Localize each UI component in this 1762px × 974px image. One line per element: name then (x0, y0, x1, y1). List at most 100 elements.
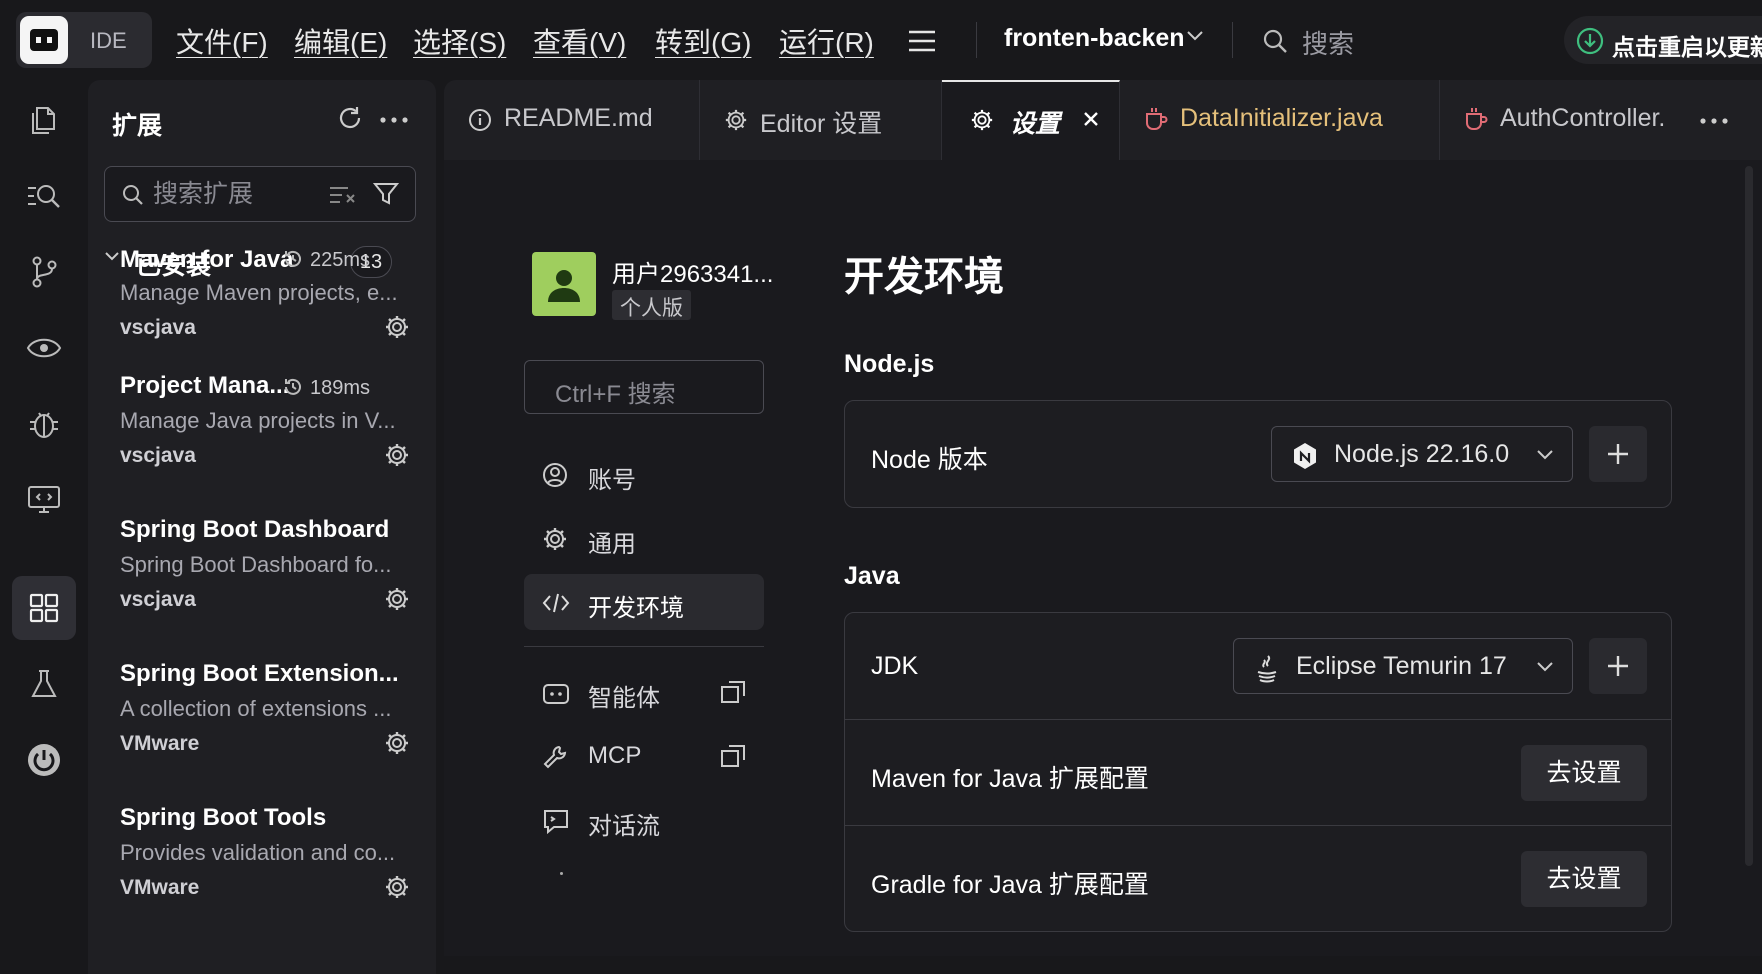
extension-item[interactable]: Maven for Java 225ms Manage Maven projec… (88, 244, 436, 354)
refresh-icon[interactable] (336, 104, 364, 132)
close-icon[interactable] (1082, 110, 1100, 128)
gear-icon[interactable] (384, 586, 410, 612)
extension-description: A collection of extensions ... (120, 696, 392, 721)
extension-search-input[interactable] (153, 177, 313, 211)
settings-nav-mcp[interactable]: MCP (524, 728, 764, 784)
settings-nav-conversation-flow[interactable]: 对话流 (524, 792, 764, 848)
agent-icon (543, 684, 569, 704)
editor-scrollbar[interactable] (1744, 160, 1762, 956)
tab-settings[interactable]: 设置 (942, 80, 1120, 160)
filter-icon[interactable] (373, 181, 399, 207)
scrollbar-thumb[interactable] (1745, 166, 1753, 866)
explorer-icon[interactable] (12, 88, 76, 152)
tab-label: 设置 (1010, 110, 1061, 138)
maven-go-settings-button[interactable]: 去设置 (1521, 745, 1647, 801)
chevron-down-icon (1537, 662, 1553, 672)
restart-label: 点击重启以更新 (1612, 34, 1762, 60)
tab-label: README.md (504, 104, 653, 132)
nodejs-card: Node 版本 Node.js 22.16.0 (844, 400, 1672, 508)
java-heading: Java (844, 562, 900, 590)
divider (524, 646, 764, 647)
menu-edit[interactable]: 编辑(E) (294, 21, 387, 61)
global-search-placeholder: 搜索 (1302, 29, 1355, 59)
project-name[interactable]: fronten-backen (1004, 24, 1185, 53)
tab-datainitializer[interactable]: DataInitializer.java (1120, 80, 1440, 160)
add-jdk-button[interactable] (1589, 638, 1647, 694)
settings-nav-agents[interactable]: 智能体 (524, 664, 764, 720)
plan-badge: 个人版 (612, 290, 691, 320)
settings-search-input[interactable]: Ctrl+F 搜索 (524, 360, 764, 414)
open-external-icon[interactable] (720, 744, 746, 768)
sidebar-title: 扩展 (112, 112, 163, 140)
ide-logo[interactable]: IDE (16, 12, 152, 68)
settings-nav-label: 开发环境 (588, 595, 684, 622)
remote-monitor-icon[interactable] (12, 468, 76, 532)
extension-item[interactable]: Spring Boot Dashboard Spring Boot Dashbo… (88, 516, 436, 646)
open-external-icon[interactable] (720, 680, 746, 704)
menu-goto[interactable]: 转到(G) (655, 21, 751, 61)
java-cup-icon (1466, 108, 1488, 130)
jdk-value: Eclipse Temurin 17 (1296, 652, 1507, 680)
hamburger-menu-icon[interactable] (908, 30, 936, 52)
gear-icon[interactable] (384, 442, 410, 468)
code-icon (542, 593, 570, 613)
search-files-icon[interactable] (12, 164, 76, 228)
activity-bar (0, 80, 88, 974)
tab-editor-settings[interactable]: Editor 设置 (700, 80, 942, 160)
node-version-select[interactable]: Node.js 22.16.0 (1271, 426, 1573, 482)
jdk-row: JDK Eclipse Temurin 17 (845, 613, 1671, 719)
maven-config-row: Maven for Java 扩展配置 去设置 (845, 719, 1671, 825)
source-control-icon[interactable] (12, 240, 76, 304)
logo-text: IDE (90, 28, 127, 53)
extension-name: Maven for Java (120, 246, 294, 273)
chevron-down-icon (1537, 450, 1553, 460)
settings-nav-label: 账号 (588, 467, 636, 494)
debug-bug-icon[interactable] (12, 392, 76, 456)
extensions-icon[interactable] (12, 576, 76, 640)
chevron-down-icon[interactable] (1186, 30, 1204, 42)
global-search[interactable]: 搜索 (1262, 24, 1354, 61)
bottom-panel-edge (444, 956, 1762, 974)
extension-item[interactable]: Project Mana... 189ms Manage Java projec… (88, 372, 436, 502)
extension-publisher: VMware (120, 732, 200, 755)
extension-item[interactable]: Spring Boot Extension... A collection of… (88, 660, 436, 790)
testing-flask-icon[interactable] (12, 652, 76, 716)
jdk-select[interactable]: Eclipse Temurin 17 (1233, 638, 1573, 694)
node-version-value: Node.js 22.16.0 (1334, 440, 1510, 468)
menu-file[interactable]: 文件(F) (176, 21, 268, 61)
gear-icon[interactable] (384, 730, 410, 756)
settings-nav-dev-env[interactable]: 开发环境 (524, 574, 764, 630)
search-icon (1263, 29, 1287, 53)
gear-icon[interactable] (384, 314, 410, 340)
clear-filter-icon[interactable] (329, 185, 357, 205)
more-icon[interactable] (1700, 118, 1728, 124)
plus-icon (1608, 444, 1628, 464)
menu-run[interactable]: 运行(R) (779, 21, 874, 61)
settings-nav-general[interactable]: 通用 (524, 510, 764, 566)
extension-description: Manage Java projects in V... (120, 408, 396, 433)
java-card: JDK Eclipse Temurin 17 Maven for Java 扩展… (844, 612, 1672, 932)
restart-update-button[interactable]: 点击重启以更新 (1564, 16, 1762, 64)
tab-readme[interactable]: README.md (444, 80, 700, 160)
settings-nav-account[interactable]: 账号 (524, 446, 764, 502)
settings-nav-label: 通用 (588, 531, 636, 558)
preview-eye-icon[interactable] (12, 316, 76, 380)
more-icon[interactable] (380, 117, 408, 123)
extension-description: Spring Boot Dashboard fo... (120, 552, 392, 577)
user-name: 用户2963341... (612, 261, 774, 288)
avatar[interactable] (532, 252, 596, 316)
spring-power-icon[interactable] (12, 728, 76, 792)
node-version-row: Node 版本 Node.js 22.16.0 (845, 401, 1671, 507)
settings-nav-label: 对话流 (588, 813, 660, 840)
menu-select[interactable]: 选择(S) (413, 21, 506, 61)
gear-icon[interactable] (384, 874, 410, 900)
scroll-indicator (560, 872, 563, 875)
extension-item[interactable]: Spring Boot Tools Provides validation an… (88, 804, 436, 934)
menu-view[interactable]: 查看(V) (533, 21, 626, 61)
gradle-go-settings-button[interactable]: 去设置 (1521, 851, 1647, 907)
extension-publisher: vscjava (120, 588, 196, 611)
gear-icon (971, 109, 993, 131)
add-node-version-button[interactable] (1589, 426, 1647, 482)
settings-nav-label: 智能体 (588, 685, 660, 712)
node-version-label: Node 版本 (871, 446, 988, 474)
